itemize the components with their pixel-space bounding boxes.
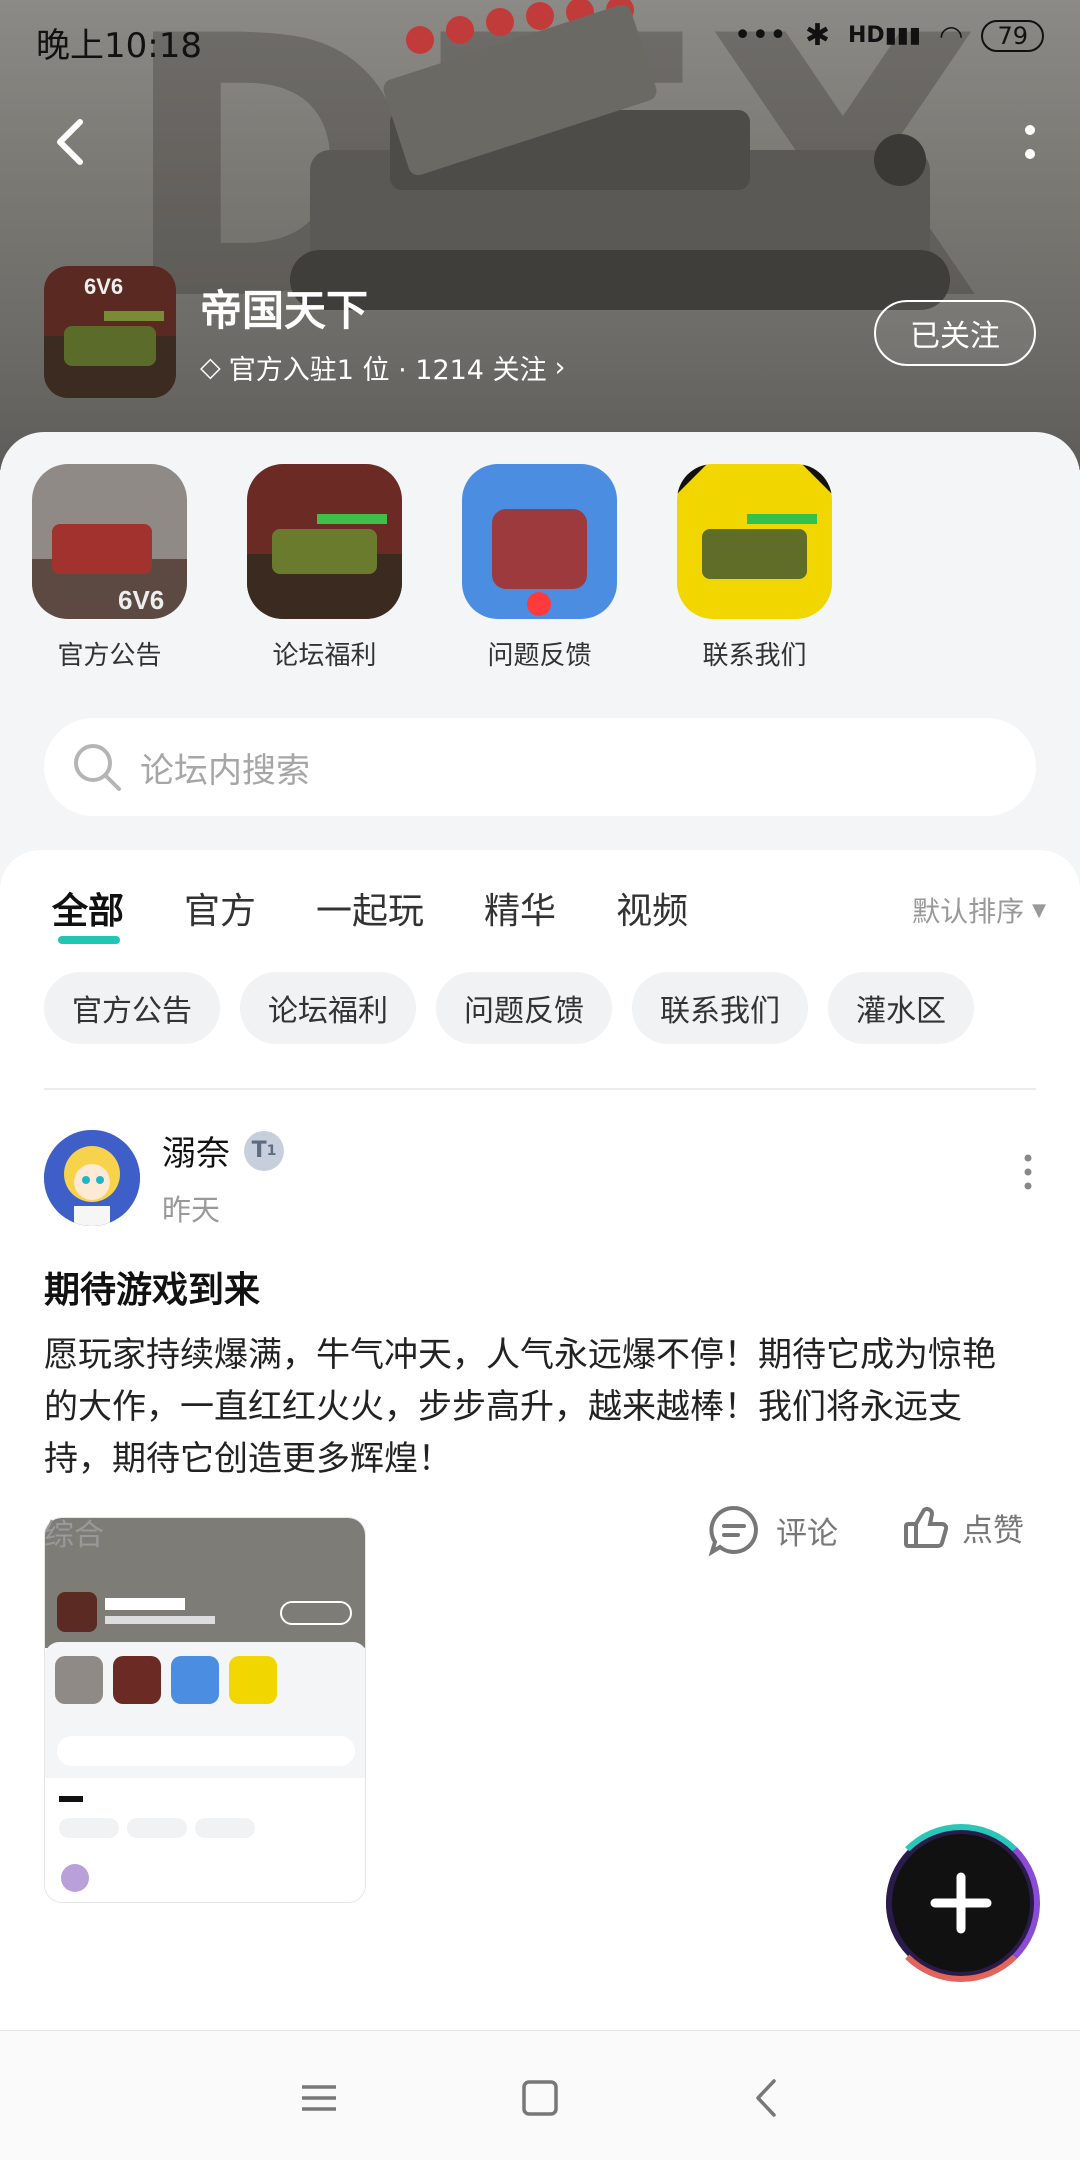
more-vertical-icon[interactable] (1018, 118, 1042, 168)
forum-page: DTX 晚上10:18 ••• ✱ HD▮▮▮ ◠ 79 (0, 0, 1080, 2160)
caret-down-icon: ▼ (1032, 899, 1046, 921)
search-placeholder: 论坛内搜索 (140, 750, 310, 791)
post-category[interactable]: 综合 (44, 1510, 104, 1554)
new-post-button[interactable] (882, 1824, 1040, 1982)
quick-link-welfare[interactable]: 论坛福利 (247, 464, 402, 672)
back-icon[interactable] (46, 112, 96, 172)
network-type: HD (848, 23, 885, 48)
system-nav-bar (0, 2030, 1080, 2160)
quick-link-announcement[interactable]: 6V6 官方公告 (32, 464, 187, 672)
more-dots-icon: ••• (733, 18, 787, 53)
divider (44, 1088, 1036, 1090)
status-time: 晚上10:18 (36, 26, 202, 66)
home-icon[interactable] (515, 2073, 565, 2123)
welfare-icon-art (247, 464, 402, 619)
tab-featured[interactable]: 精华 (484, 882, 556, 934)
post-image[interactable] (44, 1517, 366, 1903)
quick-link-label: 问题反馈 (487, 641, 592, 671)
comment-icon (708, 1505, 758, 1557)
quick-link-label: 联系我们 (702, 641, 807, 671)
game-icon-art: 6V6 (44, 266, 176, 398)
announcement-icon: 6V6 (32, 464, 187, 619)
post-footer: 综合 评论 点赞 (44, 1502, 1036, 1562)
sort-label: 默认排序 (912, 895, 1025, 928)
follow-button[interactable]: 已关注 (874, 300, 1036, 366)
level-badge: T1 (244, 1130, 284, 1171)
chip-chat[interactable]: 灌水区 (828, 972, 974, 1044)
svg-text:6V6: 6V6 (118, 585, 164, 615)
author-block: 溺奈 T1 昨天 (162, 1126, 284, 1229)
chip-feedback[interactable]: 问题反馈 (436, 972, 612, 1044)
game-header: 6V6 帝国天下 ◇ 官方入驻1 位 · 1214 关注 › (44, 266, 565, 398)
contact-icon (677, 464, 832, 619)
post-title: 期待游戏到来 (44, 1270, 261, 1311)
diamond-icon: ◇ (200, 352, 221, 383)
content-sheet: 6V6 官方公告 论坛福利 问题反馈 联系我们 论坛内搜索 全部 官方 一起玩 … (0, 432, 1080, 2050)
post-header: 溺奈 T1 昨天 (44, 1126, 1036, 1229)
bluetooth-icon: ✱ (804, 18, 830, 53)
chevron-right-icon: › (554, 352, 566, 383)
fab-ring (882, 1824, 1040, 1982)
game-meta: 帝国天下 ◇ 官方入驻1 位 · 1214 关注 › (200, 277, 565, 387)
comment-label: 评论 (776, 1515, 838, 1552)
tab-video[interactable]: 视频 (616, 882, 688, 934)
thumbs-up-icon (904, 1507, 949, 1548)
status-bar: 晚上10:18 ••• ✱ HD▮▮▮ ◠ 79 (0, 0, 1080, 80)
quick-links: 6V6 官方公告 论坛福利 问题反馈 联系我们 (32, 464, 832, 672)
quick-link-label: 官方公告 (57, 641, 162, 671)
status-icons: ••• ✱ HD▮▮▮ ◠ 79 (734, 18, 1044, 53)
chip-contact[interactable]: 联系我们 (632, 972, 808, 1044)
category-tabs: 全部 官方 一起玩 精华 视频 (52, 882, 688, 944)
avatar-art (44, 1129, 140, 1226)
battery-indicator: 79 (981, 19, 1044, 52)
game-title: 帝国天下 (200, 286, 369, 335)
game-stats[interactable]: ◇ 官方入驻1 位 · 1214 关注 › (200, 348, 565, 387)
quick-link-feedback[interactable]: 问题反馈 (462, 464, 617, 672)
like-button[interactable]: 点赞 (902, 1502, 1024, 1552)
post-image-art (45, 1518, 365, 1902)
nav-back-icon[interactable] (742, 2073, 792, 2123)
search-icon (74, 744, 121, 791)
level-number: 1 (266, 1142, 277, 1159)
like-label: 点赞 (962, 1512, 1024, 1549)
feedback-icon (462, 464, 617, 619)
comment-button[interactable]: 评论 (706, 1502, 838, 1558)
feedback-icon-art (462, 464, 617, 619)
chip-welfare[interactable]: 论坛福利 (240, 972, 416, 1044)
chip-announcement[interactable]: 官方公告 (44, 972, 220, 1044)
filter-chips: 官方公告 论坛福利 问题反馈 联系我们 灌水区 (44, 972, 974, 1044)
post-time: 昨天 (162, 1193, 221, 1227)
search-bar[interactable]: 论坛内搜索 (44, 718, 1036, 816)
avatar[interactable] (44, 1129, 140, 1226)
signal-icon: HD▮▮▮ (848, 23, 922, 48)
sort-dropdown[interactable]: 默认排序 ▼ (912, 890, 1046, 930)
game-icon[interactable]: 6V6 (44, 266, 176, 398)
game-stats-text: 官方入驻1 位 · 1214 关注 (228, 355, 547, 386)
post-body: 愿玩家持续爆满，牛气冲天，人气永远爆不停！期待它成为惊艳的大作，一直红红火火，步… (44, 1335, 996, 1479)
tab-play-together[interactable]: 一起玩 (316, 882, 424, 934)
contact-icon-art (677, 464, 832, 619)
tab-official[interactable]: 官方 (184, 882, 256, 934)
announcement-icon-art: 6V6 (32, 464, 187, 619)
tab-all[interactable]: 全部 (52, 882, 124, 944)
author-row: 溺奈 T1 (162, 1126, 284, 1175)
author-name[interactable]: 溺奈 (162, 1126, 230, 1175)
menu-icon[interactable] (294, 2073, 344, 2123)
quick-link-contact[interactable]: 联系我们 (677, 464, 832, 672)
welfare-icon (247, 464, 402, 619)
wifi-icon: ◠ (939, 19, 964, 52)
quick-link-label: 论坛福利 (272, 641, 377, 671)
post-more-icon[interactable] (1020, 1152, 1036, 1192)
svg-text:6V6: 6V6 (84, 274, 123, 299)
